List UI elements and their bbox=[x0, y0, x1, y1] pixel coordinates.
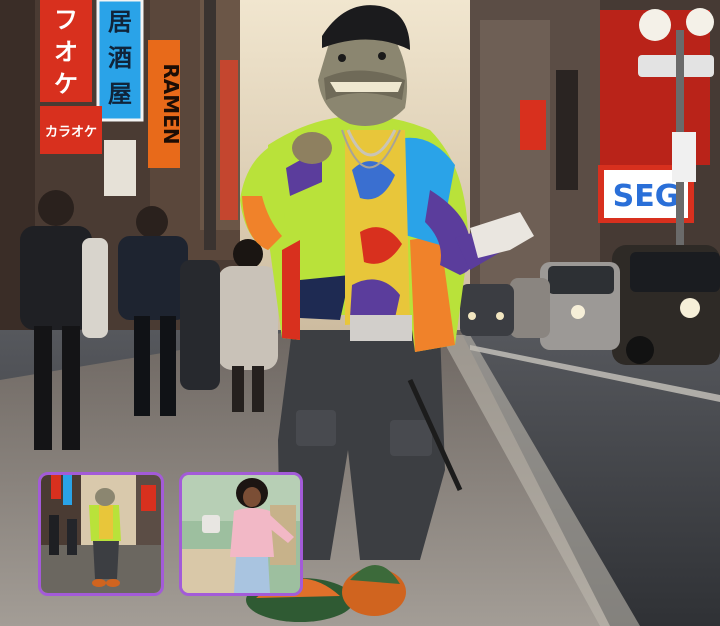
left-glove bbox=[292, 132, 332, 164]
costumed-dancer-street-thumbnail[interactable] bbox=[38, 472, 164, 596]
izakaya-sign: 居 酒 屋 bbox=[96, 0, 144, 122]
sign-box bbox=[672, 132, 696, 182]
izakaya-sign-char-1: 居 bbox=[108, 8, 132, 36]
car-near bbox=[612, 245, 720, 365]
ramen-sign: RAMEN bbox=[148, 40, 183, 168]
karaoke-sign-text: カラオケ bbox=[45, 125, 97, 140]
neon-column bbox=[220, 60, 238, 220]
sega-sign-text: SEG bbox=[613, 179, 680, 214]
vertical-sign-red bbox=[520, 100, 546, 150]
katakana-sign-char-2: オ bbox=[54, 38, 78, 66]
video-frame: フ オ ケ 居 酒 屋 RAMEN カラオケ SEG bbox=[0, 0, 720, 626]
vertical-sign bbox=[556, 70, 578, 190]
car-far bbox=[510, 278, 550, 338]
pedestrian-background bbox=[180, 260, 220, 390]
street-lamp bbox=[639, 9, 671, 41]
izakaya-sign-char-3: 屋 bbox=[108, 80, 132, 108]
katakana-sign-char-1: フ bbox=[54, 6, 78, 34]
utility-pole bbox=[204, 0, 216, 250]
shop-sign-white bbox=[104, 140, 136, 196]
car-mid bbox=[540, 262, 620, 350]
woman-dancing-indoors-thumbnail[interactable] bbox=[179, 472, 303, 596]
karaoke-sign: カラオケ bbox=[40, 106, 102, 154]
izakaya-sign-char-2: 酒 bbox=[108, 44, 132, 72]
katakana-sign-char-3: ケ bbox=[54, 70, 78, 98]
car-distant bbox=[460, 284, 514, 336]
katakana-sign: フ オ ケ bbox=[40, 0, 92, 102]
ramen-sign-text: RAMEN bbox=[159, 63, 183, 144]
